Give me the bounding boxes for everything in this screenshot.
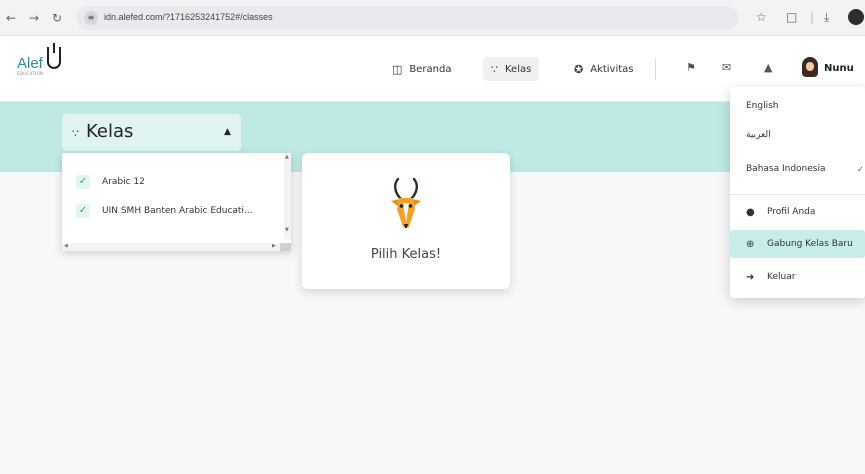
menu-lang-english[interactable]: English (730, 96, 865, 116)
class-name: Arabic 12 (102, 177, 145, 187)
menu-profile[interactable]: ● Profil Anda (730, 202, 865, 222)
address-bar[interactable]: ≡ idn.alefed.com/?1716253241752#/classes (76, 6, 738, 30)
gazelle-icon (391, 177, 421, 228)
user-name[interactable]: Nunu (824, 63, 854, 74)
menu-lang-arabic[interactable]: العربية (730, 125, 865, 145)
lang-label: English (746, 101, 779, 111)
toolbar-divider: | (810, 10, 815, 24)
user-avatar[interactable] (802, 57, 818, 77)
menu-profile-label: Profil Anda (767, 207, 816, 217)
class-name: UIN SMH Banten Arabic Educati... (102, 206, 253, 216)
nav-beranda-label: Beranda (409, 63, 452, 75)
browser-profile-icon[interactable] (848, 9, 864, 25)
class-icon: ✓ (76, 204, 90, 218)
menu-join-class-label: Gabung Kelas Baru (767, 239, 853, 249)
classes-icon: ∵ (72, 127, 79, 140)
classes-icon: ∵ (491, 62, 498, 76)
menu-join-class[interactable]: ⊕ Gabung Kelas Baru (730, 230, 865, 258)
class-dropdown-list: ✓ Arabic 12 ✓ UIN SMH Banten Arabic Educ… (62, 153, 291, 251)
menu-divider (730, 194, 865, 195)
user-menu: English العربية Bahasa Indonesia ✓ ● Pro… (730, 87, 865, 298)
plus-circle-icon: ⊕ (746, 238, 755, 250)
lang-label: العربية (746, 130, 771, 140)
browser-toolbar: ← → ↻ ≡ idn.alefed.com/?1716253241752#/c… (0, 0, 865, 36)
caret-up-icon: ▲ (224, 127, 231, 137)
nav-aktivitas[interactable]: ✪ Aktivitas (566, 57, 642, 81)
class-selector-label: Kelas (86, 121, 134, 142)
logout-icon: ➜ (746, 271, 755, 283)
class-icon: ✓ (76, 175, 90, 189)
bell-icon[interactable]: ▲ (764, 61, 772, 74)
nav-kelas-label: Kelas (505, 63, 532, 75)
logo-mark-icon (47, 43, 61, 69)
logo-subtext: EDUCATION (17, 71, 44, 76)
class-list-item[interactable]: ✓ UIN SMH Banten Arabic Educati... (76, 202, 253, 220)
class-selector[interactable]: ∵ Kelas ▲ (62, 114, 241, 151)
lang-label: Bahasa Indonesia (746, 164, 826, 174)
bookmark-star-icon[interactable]: ☆ (756, 10, 767, 24)
nav-beranda[interactable]: ◫ Beranda (384, 57, 459, 81)
menu-logout[interactable]: ➜ Keluar (730, 267, 865, 287)
forward-icon[interactable]: → (29, 11, 39, 25)
home-icon: ◫ (392, 62, 403, 76)
scrollbar-thumb[interactable] (280, 243, 291, 251)
logo-text: Alef (17, 55, 43, 72)
nav-aktivitas-label: Aktivitas (590, 63, 634, 75)
card-label: Pilih Kelas! (370, 247, 442, 262)
scroll-down-icon[interactable]: ▼ (285, 227, 289, 233)
horizontal-scrollbar[interactable]: ◀ ▶ (62, 243, 291, 251)
alef-logo[interactable]: Alef EDUCATION (17, 43, 61, 76)
mail-icon[interactable]: ✉ (722, 61, 731, 74)
vertical-scrollbar[interactable]: ▲ ▼ (284, 153, 291, 239)
scroll-up-icon[interactable]: ▲ (285, 154, 289, 160)
scroll-left-icon[interactable]: ◀ (64, 243, 68, 249)
scroll-right-icon[interactable]: ▶ (272, 243, 276, 249)
back-icon[interactable]: ← (6, 11, 16, 25)
nav-kelas[interactable]: ∵ Kelas (483, 57, 540, 81)
extensions-icon[interactable]: □ (786, 10, 797, 24)
select-class-card: Pilih Kelas! (302, 153, 510, 289)
activity-icon: ✪ (574, 62, 584, 76)
announcement-icon[interactable]: ⚑ (686, 61, 696, 74)
header-divider (655, 58, 656, 80)
class-list-item[interactable]: ✓ Arabic 12 (76, 173, 145, 191)
reload-icon[interactable]: ↻ (52, 11, 62, 25)
menu-logout-label: Keluar (767, 272, 796, 282)
site-info-icon[interactable]: ≡ (84, 11, 98, 25)
user-icon: ● (746, 206, 755, 218)
download-icon[interactable]: ⤓ (824, 10, 829, 25)
menu-lang-indonesian[interactable]: Bahasa Indonesia ✓ (730, 159, 865, 179)
checkmark-icon: ✓ (857, 165, 864, 174)
url-text[interactable]: idn.alefed.com/?1716253241752#/classes (104, 12, 273, 22)
